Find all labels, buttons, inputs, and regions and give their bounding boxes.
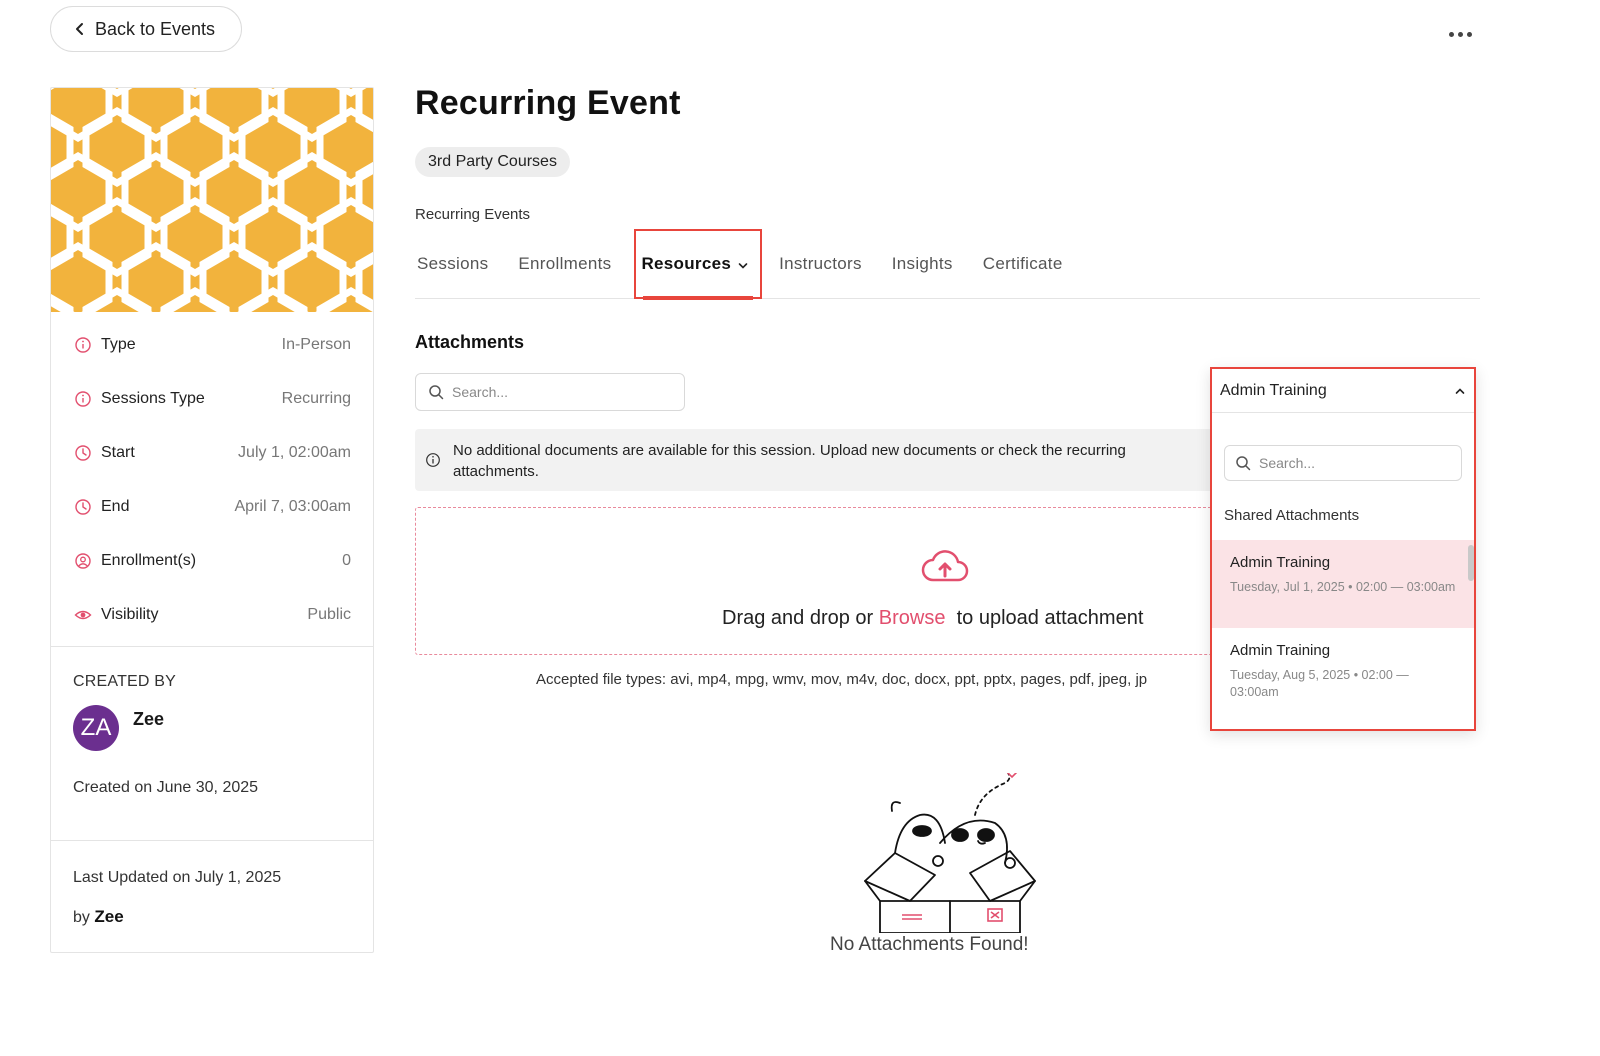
session-option-title: Admin Training	[1230, 554, 1331, 571]
tab-certificate[interactable]: Certificate	[981, 245, 1065, 299]
creator: ZA Zee	[73, 705, 351, 751]
detail-value: 0	[342, 552, 351, 569]
event-details-list: Type In-Person Sessions Type Recurring S…	[51, 318, 373, 642]
upload-dropzone[interactable]: Drag and drop or Browse to upload attach…	[415, 507, 1215, 655]
updated-by: by Zee	[73, 907, 351, 927]
dropzone-text: Drag and drop or Browse to upload attach…	[722, 607, 1143, 630]
session-list: Admin Training Tuesday, Jul 1, 2025 • 02…	[1212, 540, 1474, 716]
no-documents-notice: No additional documents are available fo…	[415, 429, 1215, 491]
detail-label: Sessions Type	[101, 390, 205, 407]
creator-name: Zee	[133, 709, 165, 729]
back-to-events-button[interactable]: Back to Events	[50, 6, 242, 52]
page-title: Recurring Event	[415, 84, 681, 122]
tab-label: Sessions	[417, 254, 489, 273]
session-option-title: Admin Training	[1230, 642, 1331, 659]
notice-text: No additional documents are available fo…	[453, 442, 1126, 480]
detail-value: April 7, 03:00am	[234, 498, 351, 515]
tab-label: Instructors	[779, 254, 862, 273]
session-search[interactable]	[1224, 445, 1462, 481]
chevron-left-icon	[76, 23, 83, 35]
honeycomb-pattern	[51, 88, 373, 312]
created-date: Created on June 30, 2025	[73, 779, 259, 796]
attachments-search[interactable]	[415, 373, 685, 411]
updated-by-prefix: by	[73, 909, 90, 926]
tab-label: Certificate	[982, 254, 1063, 273]
info-icon	[426, 453, 440, 467]
search-icon	[429, 385, 444, 400]
detail-value: July 1, 02:00am	[238, 444, 351, 461]
detail-label: End	[101, 498, 130, 515]
session-option-date: Tuesday, Jul 1, 2025 • 02:00 — 03:00am	[1230, 580, 1456, 594]
category-badge: 3rd Party Courses	[415, 147, 570, 177]
detail-label: Visibility	[101, 606, 159, 623]
tab-insights[interactable]: Insights	[890, 245, 955, 299]
search-icon	[1236, 456, 1251, 471]
active-tab-underline	[643, 296, 753, 300]
detail-row-start: Start July 1, 02:00am	[73, 426, 351, 480]
attachments-title: Attachments	[415, 332, 525, 352]
tab-instructors[interactable]: Instructors	[777, 245, 864, 299]
session-option-date: Tuesday, Aug 5, 2025 • 02:00 — 03:00am	[1230, 668, 1409, 699]
user-circle-icon	[73, 551, 93, 571]
created-by-header: CREATED BY	[73, 673, 177, 690]
shared-attachments-option[interactable]: Shared Attachments	[1224, 507, 1474, 524]
detail-row-visibility: Visibility Public	[73, 588, 351, 642]
empty-box-illustration	[864, 773, 1036, 933]
session-option[interactable]: Admin Training Tuesday, Jul 1, 2025 • 02…	[1212, 540, 1474, 628]
back-label: Back to Events	[95, 18, 216, 39]
dropdown-scrollbar[interactable]	[1468, 545, 1474, 581]
tab-bar: Sessions Enrollments Resources Instructo…	[415, 245, 1480, 299]
detail-label: Type	[101, 336, 136, 353]
selected-session-label: Admin Training	[1220, 381, 1327, 399]
avatar[interactable]: ZA	[73, 705, 119, 751]
empty-state-text: No Attachments Found!	[830, 934, 1029, 955]
last-updated-section: Last Updated on July 1, 2025 by Zee	[51, 841, 373, 927]
event-cover-image	[51, 88, 373, 312]
cloud-upload-icon	[921, 550, 969, 582]
detail-row-end: End April 7, 03:00am	[73, 480, 351, 534]
detail-row-type: Type In-Person	[73, 318, 351, 372]
tab-label: Enrollments	[518, 254, 612, 273]
detail-value: Recurring	[281, 390, 351, 407]
drop-suffix: to upload attachment	[956, 607, 1144, 629]
tab-label: Resources	[641, 254, 732, 273]
tab-enrollments[interactable]: Enrollments	[516, 245, 613, 299]
tab-resources[interactable]: Resources	[639, 245, 751, 299]
last-updated-date: Last Updated on July 1, 2025	[73, 869, 282, 886]
info-icon	[73, 389, 93, 409]
created-by-section: CREATED BY ZA Zee Created on June 30, 20…	[51, 647, 373, 840]
browse-link[interactable]: Browse	[879, 607, 946, 629]
eye-icon	[73, 605, 93, 625]
session-dropdown[interactable]: Admin Training Shared Attachments Admin …	[1210, 367, 1476, 731]
session-option[interactable]: Admin Training Tuesday, Aug 5, 2025 • 02…	[1212, 628, 1474, 716]
updated-by-name: Zee	[94, 907, 124, 926]
chevron-down-icon	[738, 263, 748, 269]
chevron-up-icon	[1455, 387, 1465, 394]
clock-icon	[73, 443, 93, 463]
detail-row-enrollments: Enrollment(s) 0	[73, 534, 351, 588]
drop-prefix: Drag and drop or	[722, 607, 874, 629]
detail-label: Enrollment(s)	[101, 552, 197, 569]
info-icon	[73, 335, 93, 355]
detail-value: Public	[307, 606, 351, 623]
event-subtitle: Recurring Events	[415, 206, 531, 223]
tab-label: Insights	[891, 254, 953, 273]
detail-row-sessions-type: Sessions Type Recurring	[73, 372, 351, 426]
accepted-file-types: Accepted file types: avi, mp4, mpg, wmv,…	[536, 671, 1148, 688]
attachments-search-input[interactable]	[452, 384, 652, 400]
session-dropdown-toggle[interactable]: Admin Training	[1212, 369, 1474, 413]
event-summary-card: Type In-Person Sessions Type Recurring S…	[50, 87, 374, 953]
detail-label: Start	[101, 444, 135, 461]
detail-value: In-Person	[281, 336, 351, 353]
clock-icon	[73, 497, 93, 517]
tab-sessions[interactable]: Sessions	[415, 245, 490, 299]
session-search-input[interactable]	[1259, 455, 1439, 471]
